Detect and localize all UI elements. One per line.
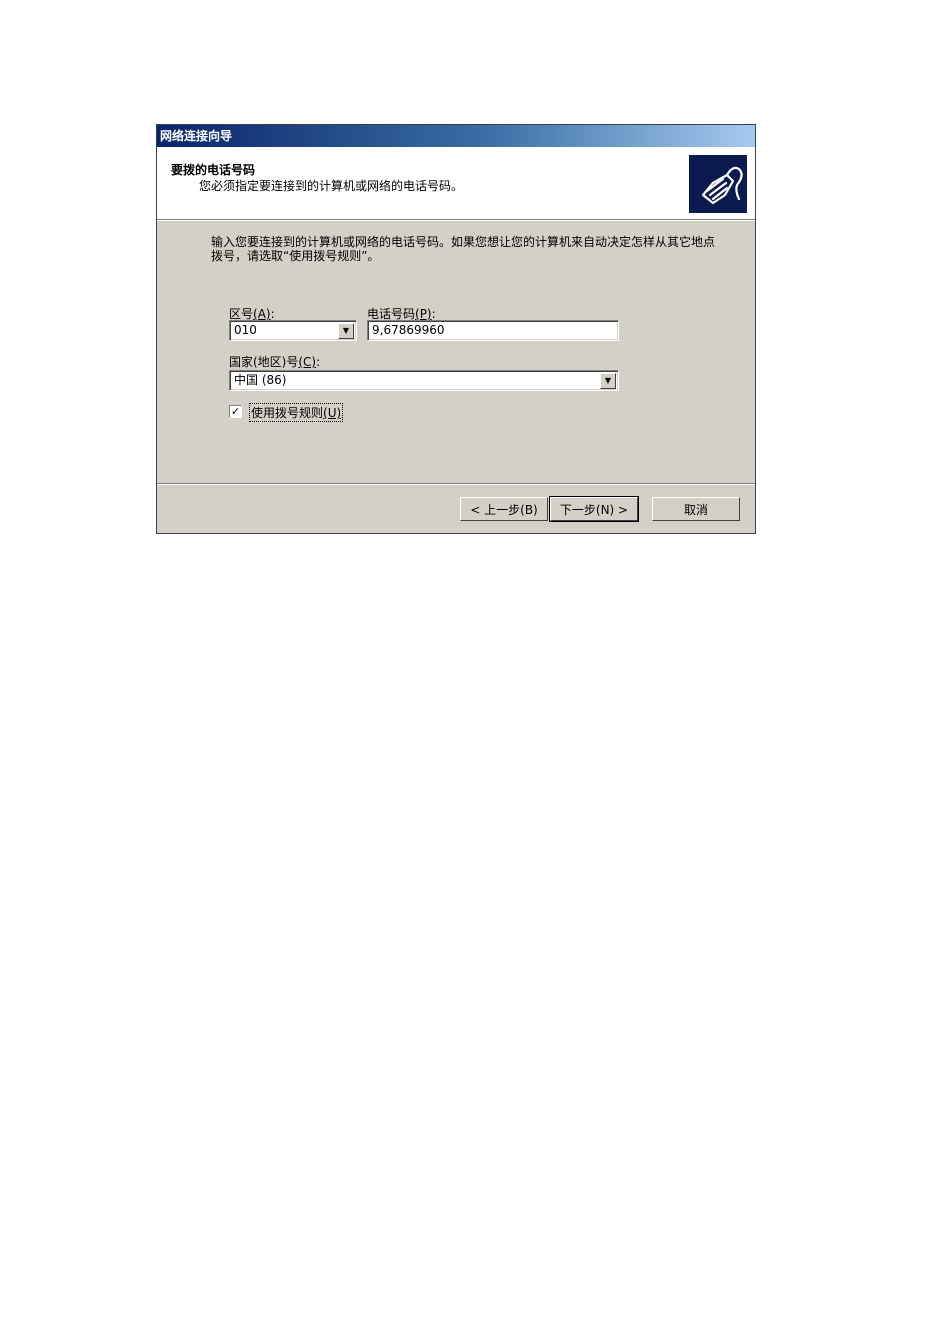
area-code-value: 010 <box>234 323 257 337</box>
intro-text: 输入您要连接到的计算机或网络的电话号码。如果您想让您的计算机来自动决定怎样从其它… <box>211 235 716 263</box>
dialing-rules-checkbox[interactable]: ✓ <box>229 405 242 418</box>
next-button[interactable]: 下一步(N) > <box>549 496 639 522</box>
chevron-down-icon: ▼ <box>342 326 350 335</box>
country-dropdown-button[interactable]: ▼ <box>600 373 616 389</box>
phone-plug-icon <box>689 155 747 213</box>
phone-number-value: 9,67869960 <box>372 323 445 337</box>
button-separator <box>157 483 755 485</box>
area-code-dropdown-button[interactable]: ▼ <box>338 323 354 339</box>
area-code-combobox[interactable]: 010 ▼ <box>229 320 357 341</box>
check-mark-icon: ✓ <box>230 405 241 418</box>
title-bar[interactable]: 网络连接向导 <box>157 125 755 147</box>
network-connection-wizard-dialog: 网络连接向导 要拨的电话号码 您必须指定要连接到的计算机或网络的电话号码。 输入… <box>156 124 756 534</box>
header-subtitle: 您必须指定要连接到的计算机或网络的电话号码。 <box>199 179 464 193</box>
cancel-button[interactable]: 取消 <box>652 497 740 521</box>
back-button[interactable]: < 上一步(B) <box>460 497 548 521</box>
country-code-value: 中国 (86) <box>234 373 287 387</box>
dialing-rules-label[interactable]: 使用拨号规则(U) <box>249 403 344 422</box>
chevron-down-icon: ▼ <box>604 376 612 385</box>
country-code-combobox[interactable]: 中国 (86) ▼ <box>229 370 619 391</box>
window-title: 网络连接向导 <box>160 129 233 143</box>
phone-number-input[interactable]: 9,67869960 <box>367 320 619 341</box>
header-title: 要拨的电话号码 <box>171 163 256 177</box>
wizard-header: 要拨的电话号码 您必须指定要连接到的计算机或网络的电话号码。 <box>157 147 755 221</box>
country-code-label: 国家(地区)号(C): <box>229 355 321 369</box>
